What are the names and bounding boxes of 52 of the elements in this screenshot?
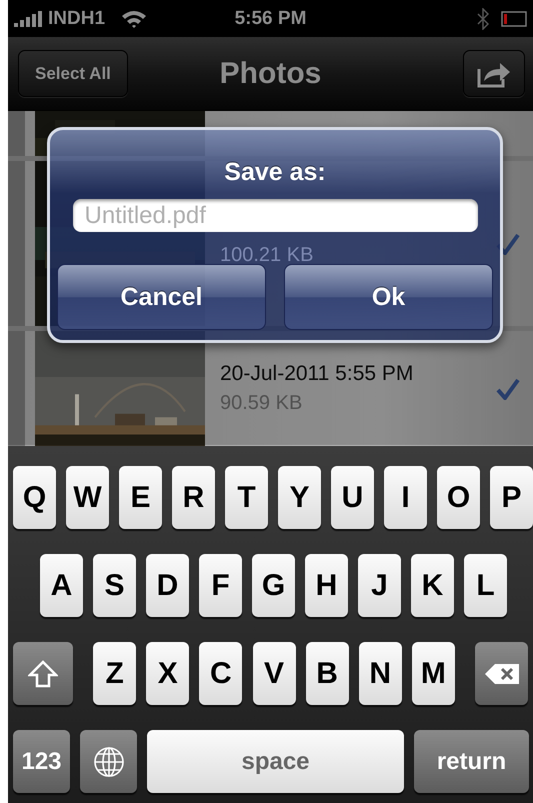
return-key[interactable]: return — [414, 730, 529, 793]
letter-key[interactable]: T — [225, 466, 268, 529]
photo-date: 20-Jul-2011 5:55 PM — [220, 362, 414, 386]
dialog-title: Save as: — [224, 158, 326, 187]
letter-key[interactable]: B — [306, 642, 349, 705]
letter-key[interactable]: Q — [13, 466, 56, 529]
signal-icon — [14, 10, 44, 26]
letter-key[interactable]: Y — [278, 466, 321, 529]
status-time: 5:56 PM — [234, 8, 306, 30]
letter-key[interactable]: M — [412, 642, 455, 705]
numbers-key[interactable]: 123 — [13, 730, 70, 793]
letter-key[interactable]: E — [119, 466, 162, 529]
delete-key[interactable] — [475, 642, 528, 705]
letter-key[interactable]: J — [358, 554, 401, 617]
globe-key[interactable] — [80, 730, 137, 793]
letter-key[interactable]: Z — [93, 642, 136, 705]
letter-key[interactable]: V — [252, 642, 296, 705]
space-key[interactable]: space — [147, 730, 404, 793]
letter-key[interactable]: D — [146, 554, 189, 617]
letter-key[interactable]: R — [172, 466, 215, 529]
letter-key[interactable]: U — [331, 466, 374, 529]
letter-key[interactable]: S — [93, 554, 136, 617]
ok-button[interactable]: Ok — [284, 264, 493, 330]
letter-key[interactable]: O — [437, 466, 480, 529]
filename-field[interactable]: Untitled.pdf — [72, 199, 478, 232]
cancel-button[interactable]: Cancel — [57, 264, 266, 330]
letter-key[interactable]: I — [384, 466, 427, 529]
shift-key[interactable] — [13, 642, 73, 705]
letter-key[interactable]: L — [464, 554, 507, 617]
globe-icon — [92, 746, 124, 778]
letter-key[interactable]: N — [358, 642, 402, 705]
letter-key[interactable]: P — [490, 466, 533, 529]
select-all-button[interactable]: Select All — [18, 50, 128, 97]
battery-icon — [501, 10, 527, 26]
carrier-name: INDH1 — [48, 8, 106, 30]
letter-key[interactable]: K — [411, 554, 454, 617]
photo-row[interactable]: 20-Jul-2011 5:55 PM 90.59 KB — [8, 331, 533, 446]
bluetooth-icon — [477, 8, 489, 30]
photo-size: 90.59 KB — [220, 392, 304, 415]
letter-key[interactable]: G — [252, 554, 295, 617]
wifi-icon — [121, 8, 148, 28]
letter-key[interactable]: C — [199, 642, 242, 705]
letter-key[interactable]: X — [146, 642, 190, 705]
backspace-icon — [484, 662, 520, 686]
photo-size: 100.21 KB — [220, 244, 314, 267]
nav-title: Photos — [220, 56, 322, 90]
shift-icon — [28, 660, 58, 688]
letter-key[interactable]: A — [40, 554, 83, 617]
share-button[interactable] — [463, 50, 525, 97]
letter-key[interactable]: W — [66, 466, 109, 529]
letter-key[interactable]: H — [305, 554, 348, 617]
letter-key[interactable]: F — [199, 554, 242, 617]
